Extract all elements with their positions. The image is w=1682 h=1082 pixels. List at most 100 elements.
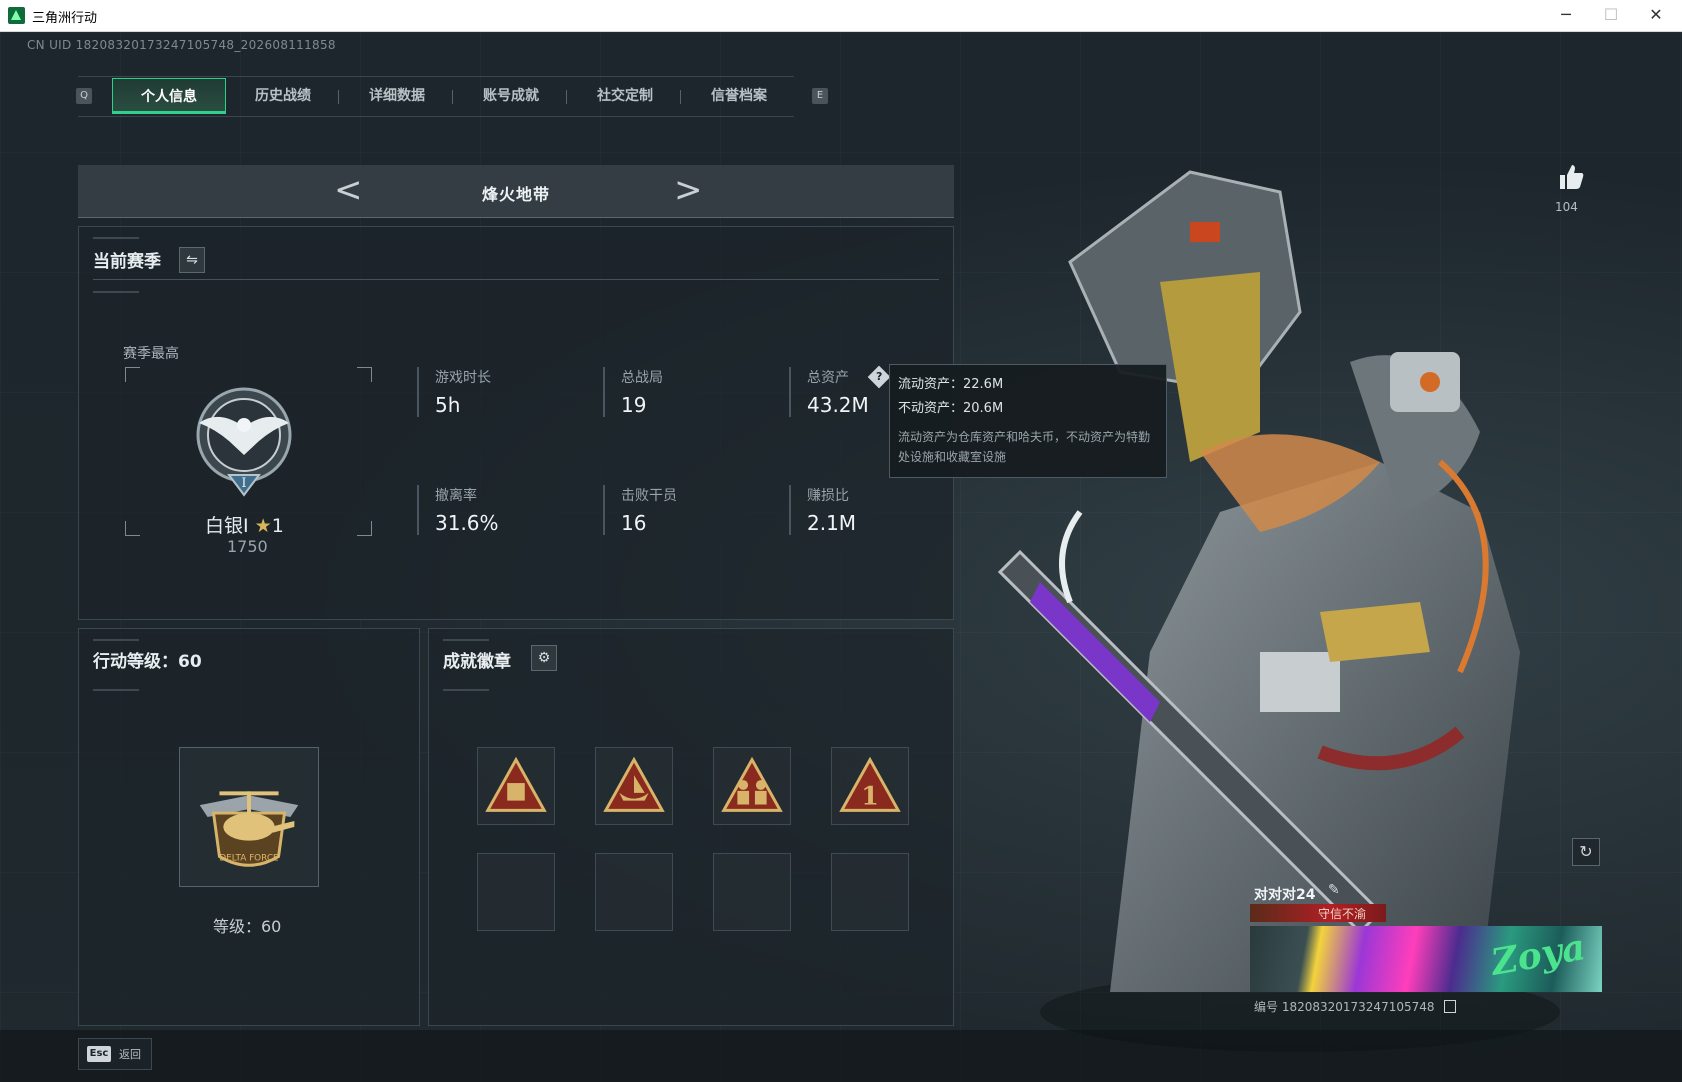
bottom-bar: Esc 返回 (0, 1030, 1682, 1082)
stat-extract-rate-label: 撤离率 (435, 488, 477, 504)
panel-decoration (93, 639, 139, 641)
stat-divider (417, 485, 419, 535)
panel-decoration (93, 689, 139, 691)
silver-rank-emblem-icon: I (196, 387, 292, 497)
banner-logo-text: Zoya (1488, 926, 1589, 984)
assets-help-icon[interactable]: ? (867, 365, 891, 389)
frame-corner (357, 367, 372, 382)
window-titlebar: 三角洲行动 ─ ☐ ✕ (0, 0, 1682, 32)
action-level-header: 行动等级：60 (93, 652, 202, 672)
stat-total-matches-label: 总战局 (621, 370, 663, 386)
badge-slot-empty[interactable] (831, 853, 909, 931)
frame-corner (125, 367, 140, 382)
badge-slot-empty[interactable] (713, 853, 791, 931)
stat-divider (789, 367, 791, 417)
badge-slot-supply-icon[interactable] (477, 747, 555, 825)
tooltip-note: 流动资产为仓库资产和哈夫币，不动资产为特勤处设施和收藏室设施 (898, 430, 1151, 464)
tab-match-history[interactable]: 历史战绩 (226, 78, 340, 114)
esc-key-hint: Esc (87, 1046, 111, 1062)
badge-slot-first-place-icon[interactable]: 1 (831, 747, 909, 825)
tab-credit-profile[interactable]: 信誉档案 (682, 78, 796, 114)
close-button[interactable]: ✕ (1634, 3, 1678, 27)
badge-settings-gear-icon[interactable]: ⚙ (531, 645, 557, 671)
name-card-banner: Zoya (1250, 926, 1602, 992)
window-title: 三角洲行动 (32, 11, 98, 26)
like-count: 104 (1555, 200, 1578, 214)
mode-title: 烽火地带 (481, 185, 550, 204)
tab-separator (338, 90, 339, 104)
badges-header: 成就徽章 (443, 652, 511, 672)
badge-slot-squad-icon[interactable] (713, 747, 791, 825)
stat-divider (417, 367, 419, 417)
refresh-icon[interactable]: ↻ (1572, 838, 1600, 866)
edit-name-pencil-icon[interactable]: ✎ (1328, 882, 1340, 898)
stat-kills-label: 击败干员 (621, 488, 677, 504)
svg-text:I: I (241, 476, 246, 491)
tab-social-customization[interactable]: 社交定制 (568, 78, 682, 114)
stat-playtime-label: 游戏时长 (435, 370, 491, 386)
rank-star-icon: ★ (254, 515, 272, 537)
tab-account-achievements[interactable]: 账号成就 (454, 78, 568, 114)
copy-id-icon[interactable] (1444, 1000, 1456, 1013)
season-header: 当前赛季 (93, 252, 161, 272)
player-title: 守信不渝 (1318, 907, 1367, 921)
panel-decoration (93, 291, 139, 293)
rank-name: 白银I ★1 (205, 511, 284, 538)
rank-score: 1750 (227, 537, 268, 556)
help-glyph: ? (875, 369, 883, 383)
badge-slot-boat-icon[interactable] (595, 747, 673, 825)
stat-divider (603, 485, 605, 535)
player-name: 对对对24 (1254, 887, 1316, 903)
frame-corner (357, 521, 372, 536)
badge-slot-empty[interactable] (477, 853, 555, 931)
app-logo-icon (8, 7, 25, 24)
tab-next-key-hint[interactable]: E (812, 88, 828, 104)
profile-tabs: Q 个人信息 历史战绩 详细数据 账号成就 社交定制 信誉档案 E (76, 76, 828, 117)
season-panel: 当前赛季 ⇋ 赛季最高 I 白银I ★1 1750 游戏时长 5h 总战局 19 (78, 226, 954, 620)
frame-corner (125, 521, 140, 536)
player-id: 编号 182083201732471057​48 (1254, 1000, 1435, 1014)
level-label: 等级：60 (213, 917, 282, 936)
tab-separator (452, 90, 453, 104)
badge-slot-empty[interactable] (595, 853, 673, 931)
panel-decoration (443, 689, 489, 691)
tooltip-liquid-assets: 流动资产：22.6M (898, 377, 1004, 392)
stat-kills-value: 16 (621, 511, 647, 535)
tab-prev-key-hint[interactable]: Q (76, 88, 92, 104)
stat-profit-ratio-label: 赚损比 (807, 488, 849, 504)
tab-personal-info[interactable]: 个人信息 (112, 78, 226, 114)
like-thumbs-up-icon[interactable] (1556, 162, 1586, 192)
helicopter-emblem-icon: DELTA FORCE (199, 791, 299, 867)
assets-tooltip: 流动资产：22.6M 不动资产：20.6M 流动资产为仓库资产和哈夫币，不动资产… (889, 364, 1167, 478)
minimize-button[interactable]: ─ (1544, 3, 1588, 27)
svg-text:1: 1 (861, 781, 879, 811)
stat-total-assets-label: 总资产 (807, 370, 849, 386)
next-mode-button[interactable]: > (674, 173, 703, 207)
season-best-label: 赛季最高 (123, 346, 179, 362)
panel-decoration (443, 639, 489, 641)
maximize-button[interactable]: ☐ (1589, 3, 1633, 27)
svg-text:DELTA FORCE: DELTA FORCE (219, 853, 279, 863)
game-viewport: CN UID 182083201732471057​48_20260811185… (0, 32, 1682, 1082)
achievement-badges-panel: 成就徽章 ⚙ 1 (428, 628, 954, 1026)
stat-total-matches-value: 19 (621, 393, 647, 417)
player-name-card[interactable]: 对对对24 ✎ 守信不渝 Zoya 编号 182083201732471057​… (1250, 880, 1602, 1022)
stat-total-assets-value: 43.2M (807, 393, 869, 417)
tab-detailed-data[interactable]: 详细数据 (340, 78, 454, 114)
rank-name-text: 白银I (205, 515, 249, 537)
mode-selector: < 烽火地带 > (78, 165, 954, 218)
tooltip-fixed-assets: 不动资产：20.6M (898, 401, 1004, 416)
stat-profit-ratio-value: 2.1M (807, 511, 857, 535)
action-level-panel: 行动等级：60 DELTA FORCE 等级：60 (78, 628, 420, 1026)
stat-playtime-value: 5h (435, 393, 461, 417)
tab-separator (566, 90, 567, 104)
swap-season-icon[interactable]: ⇋ (179, 247, 205, 273)
back-label: 返回 (119, 1048, 141, 1061)
rank-stars: 1 (271, 515, 284, 537)
back-button[interactable]: Esc 返回 (78, 1038, 152, 1070)
header-rule (93, 279, 939, 280)
stat-divider (789, 485, 791, 535)
level-emblem-frame: DELTA FORCE (179, 747, 319, 887)
stat-divider (603, 367, 605, 417)
stat-extract-rate-value: 31.6% (435, 511, 499, 535)
